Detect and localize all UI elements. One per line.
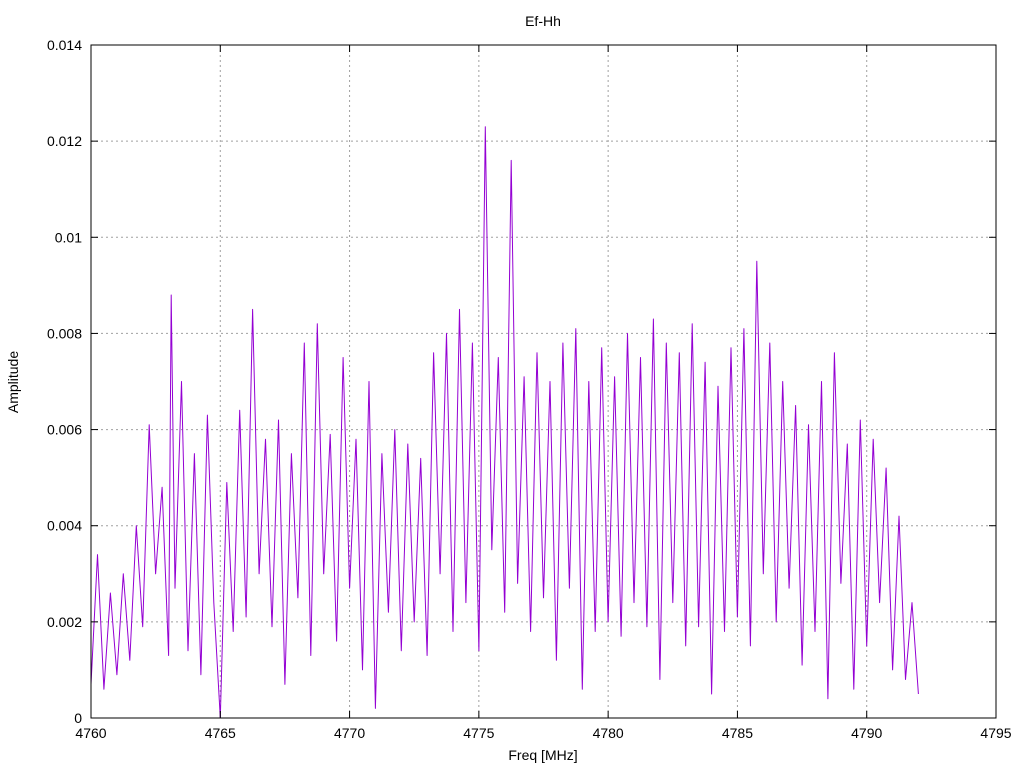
y-tick-label: 0.01 [55,229,82,245]
series-layer [90,126,919,719]
y-tick-label: 0.012 [47,133,82,149]
y-tick-label: 0.006 [47,422,82,438]
x-tick-label: 4775 [463,725,494,741]
series-line-0 [90,126,919,719]
x-axis-label: Freq [MHz] [508,747,577,763]
x-tick-label: 4790 [851,725,882,741]
x-tick-label: 4765 [205,725,236,741]
y-axis-label: Amplitude [5,351,21,413]
y-tick-label: 0.008 [47,325,82,341]
x-tick-label: 4795 [980,725,1011,741]
chart-title: Ef-Hh [525,13,561,29]
x-tick-label: 4760 [75,725,106,741]
grid-lines [91,45,996,718]
x-tick-label: 4785 [722,725,753,741]
y-tick-label: 0 [74,710,82,726]
y-tick-label: 0.002 [47,614,82,630]
y-tick-label: 0.014 [47,37,82,53]
x-tick-label: 4780 [593,725,624,741]
x-tick-label: 4770 [334,725,365,741]
plot-frame [90,44,997,719]
chart-area: Ef-Hh 4760 4765 4770 4775 4780 4785 4790 4795 0 0… [5,13,1012,763]
y-tick-label: 0.004 [47,518,82,534]
